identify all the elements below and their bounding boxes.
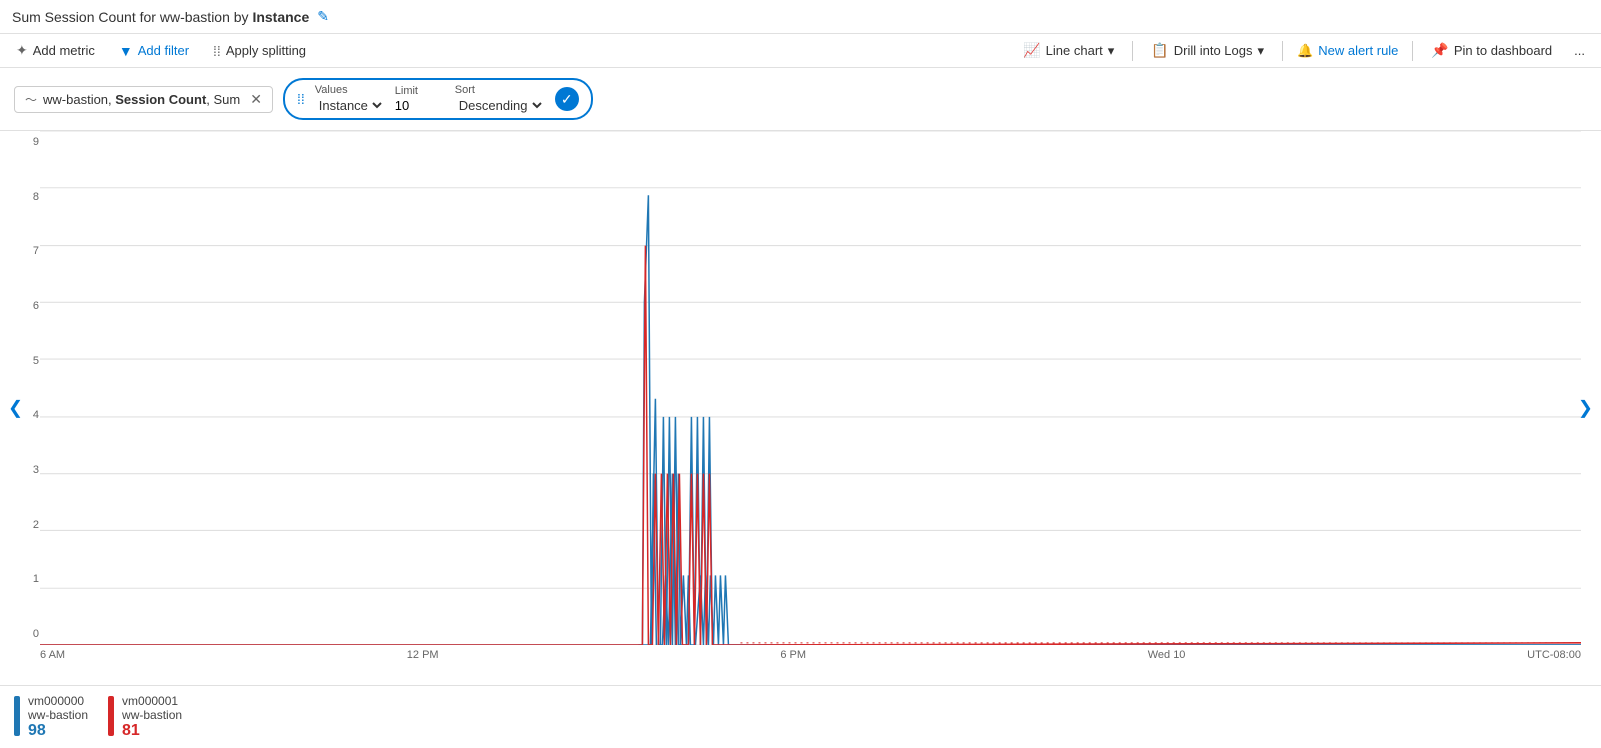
divider3 — [1412, 41, 1413, 61]
legend-info-1: vm000001 ww-bastion 81 — [122, 694, 182, 740]
y-tick-3: 3 — [4, 464, 39, 476]
metric-chip: 〜 ww-bastion, Session Count, Sum ✕ — [14, 86, 273, 113]
chart-area: ❮ ❯ 0 1 2 3 4 5 6 7 8 9 — [0, 131, 1601, 685]
limit-field: Limit — [395, 85, 445, 113]
metric-chip-icon: 〜 — [25, 91, 37, 108]
legend-item-1: vm000001 ww-bastion 81 — [108, 694, 182, 740]
add-filter-icon: ▼ — [119, 43, 133, 59]
y-tick-1: 1 — [4, 573, 39, 585]
legend: vm000000 ww-bastion 98 vm000001 ww-basti… — [0, 685, 1601, 748]
legend-sublabel-1: ww-bastion — [122, 708, 182, 722]
line-chart-icon: 📈 — [1023, 42, 1040, 59]
y-tick-8: 8 — [4, 191, 39, 203]
y-tick-6: 6 — [4, 300, 39, 312]
legend-label-1: vm000001 — [122, 694, 182, 708]
x-tick-12pm: 12 PM — [407, 649, 439, 661]
legend-swatch-0 — [14, 696, 20, 736]
metric-chip-label: ww-bastion, Session Count, Sum — [43, 92, 240, 107]
chart-svg — [40, 131, 1581, 645]
toolbar-right: 📈 Line chart ▾ 📋 Drill into Logs ▾ 🔔 New… — [1019, 40, 1589, 61]
drill-logs-icon: 📋 — [1151, 42, 1168, 59]
y-tick-7: 7 — [4, 245, 39, 257]
y-tick-2: 2 — [4, 519, 39, 531]
splitting-box: ⁞⁞ Values Instance Limit Sort Descending… — [283, 78, 593, 120]
chart-title-area: Sum Session Count for ww-bastion by Inst… — [12, 8, 329, 25]
add-filter-button[interactable]: ▼ Add filter — [115, 41, 193, 61]
legend-swatch-1 — [108, 696, 114, 736]
legend-value-0: 98 — [28, 722, 88, 740]
legend-label-0: vm000000 — [28, 694, 88, 708]
divider — [1132, 41, 1133, 61]
split-icon: ⁞⁞ — [297, 91, 305, 107]
metric-chip-close[interactable]: ✕ — [250, 91, 262, 108]
values-select[interactable]: Instance — [315, 97, 385, 114]
x-tick-wed10: Wed 10 — [1148, 649, 1186, 661]
splitting-panel: 〜 ww-bastion, Session Count, Sum ✕ ⁞⁞ Va… — [0, 68, 1601, 131]
chart-svg-container — [40, 131, 1581, 645]
y-tick-0: 0 — [4, 628, 39, 640]
more-options-button[interactable]: ... — [1570, 41, 1589, 60]
limit-input[interactable] — [395, 98, 445, 113]
confirm-splitting-button[interactable]: ✓ — [555, 87, 579, 111]
values-field: Values Instance — [315, 84, 385, 114]
y-tick-5: 5 — [4, 355, 39, 367]
title-bar: Sum Session Count for ww-bastion by Inst… — [0, 0, 1601, 34]
blue-line — [40, 399, 1581, 645]
chart-nav-left-button[interactable]: ❮ — [0, 390, 31, 427]
limit-label: Limit — [395, 85, 445, 97]
line-chart-chevron-icon: ▾ — [1108, 43, 1115, 59]
x-tick-utc: UTC-08:00 — [1527, 649, 1581, 661]
legend-item-0: vm000000 ww-bastion 98 — [14, 694, 88, 740]
x-axis: 6 AM 12 PM 6 PM Wed 10 UTC-08:00 — [40, 645, 1581, 685]
values-label: Values — [315, 84, 385, 96]
chart-nav-right-button[interactable]: ❯ — [1570, 390, 1601, 427]
apply-splitting-icon: ⁞⁞ — [213, 43, 221, 59]
line-chart-button[interactable]: 📈 Line chart ▾ — [1019, 40, 1118, 61]
red-line — [40, 246, 658, 645]
pin-to-dashboard-button[interactable]: 📌 Pin to dashboard — [1427, 40, 1556, 61]
x-tick-6am: 6 AM — [40, 649, 65, 661]
edit-title-icon[interactable]: ✎ — [317, 8, 329, 25]
y-tick-9: 9 — [4, 136, 39, 148]
divider2 — [1282, 41, 1283, 61]
main-toolbar: ✦ Add metric ▼ Add filter ⁞⁞ Apply split… — [0, 34, 1601, 68]
sort-select[interactable]: Descending Ascending — [455, 97, 545, 114]
page-title: Sum Session Count for ww-bastion by Inst… — [12, 9, 309, 25]
drill-logs-chevron-icon: ▾ — [1258, 43, 1265, 59]
add-metric-button[interactable]: ✦ Add metric — [12, 40, 99, 61]
sort-field: Sort Descending Ascending — [455, 84, 545, 114]
pin-icon: 📌 — [1431, 42, 1448, 59]
toolbar-left: ✦ Add metric ▼ Add filter ⁞⁞ Apply split… — [12, 40, 310, 61]
sort-label: Sort — [455, 84, 545, 96]
y-axis: 0 1 2 3 4 5 6 7 8 9 — [0, 131, 40, 645]
legend-value-1: 81 — [122, 722, 182, 740]
legend-info-0: vm000000 ww-bastion 98 — [28, 694, 88, 740]
legend-sublabel-0: ww-bastion — [28, 708, 88, 722]
x-tick-6pm: 6 PM — [780, 649, 806, 661]
add-metric-icon: ✦ — [16, 42, 28, 59]
red-osc1 — [658, 474, 1581, 645]
apply-splitting-button[interactable]: ⁞⁞ Apply splitting — [209, 41, 310, 61]
new-alert-rule-button[interactable]: 🔔 New alert rule — [1297, 43, 1398, 59]
drill-into-logs-button[interactable]: 📋 Drill into Logs ▾ — [1147, 40, 1268, 61]
new-alert-icon: 🔔 — [1297, 43, 1313, 59]
